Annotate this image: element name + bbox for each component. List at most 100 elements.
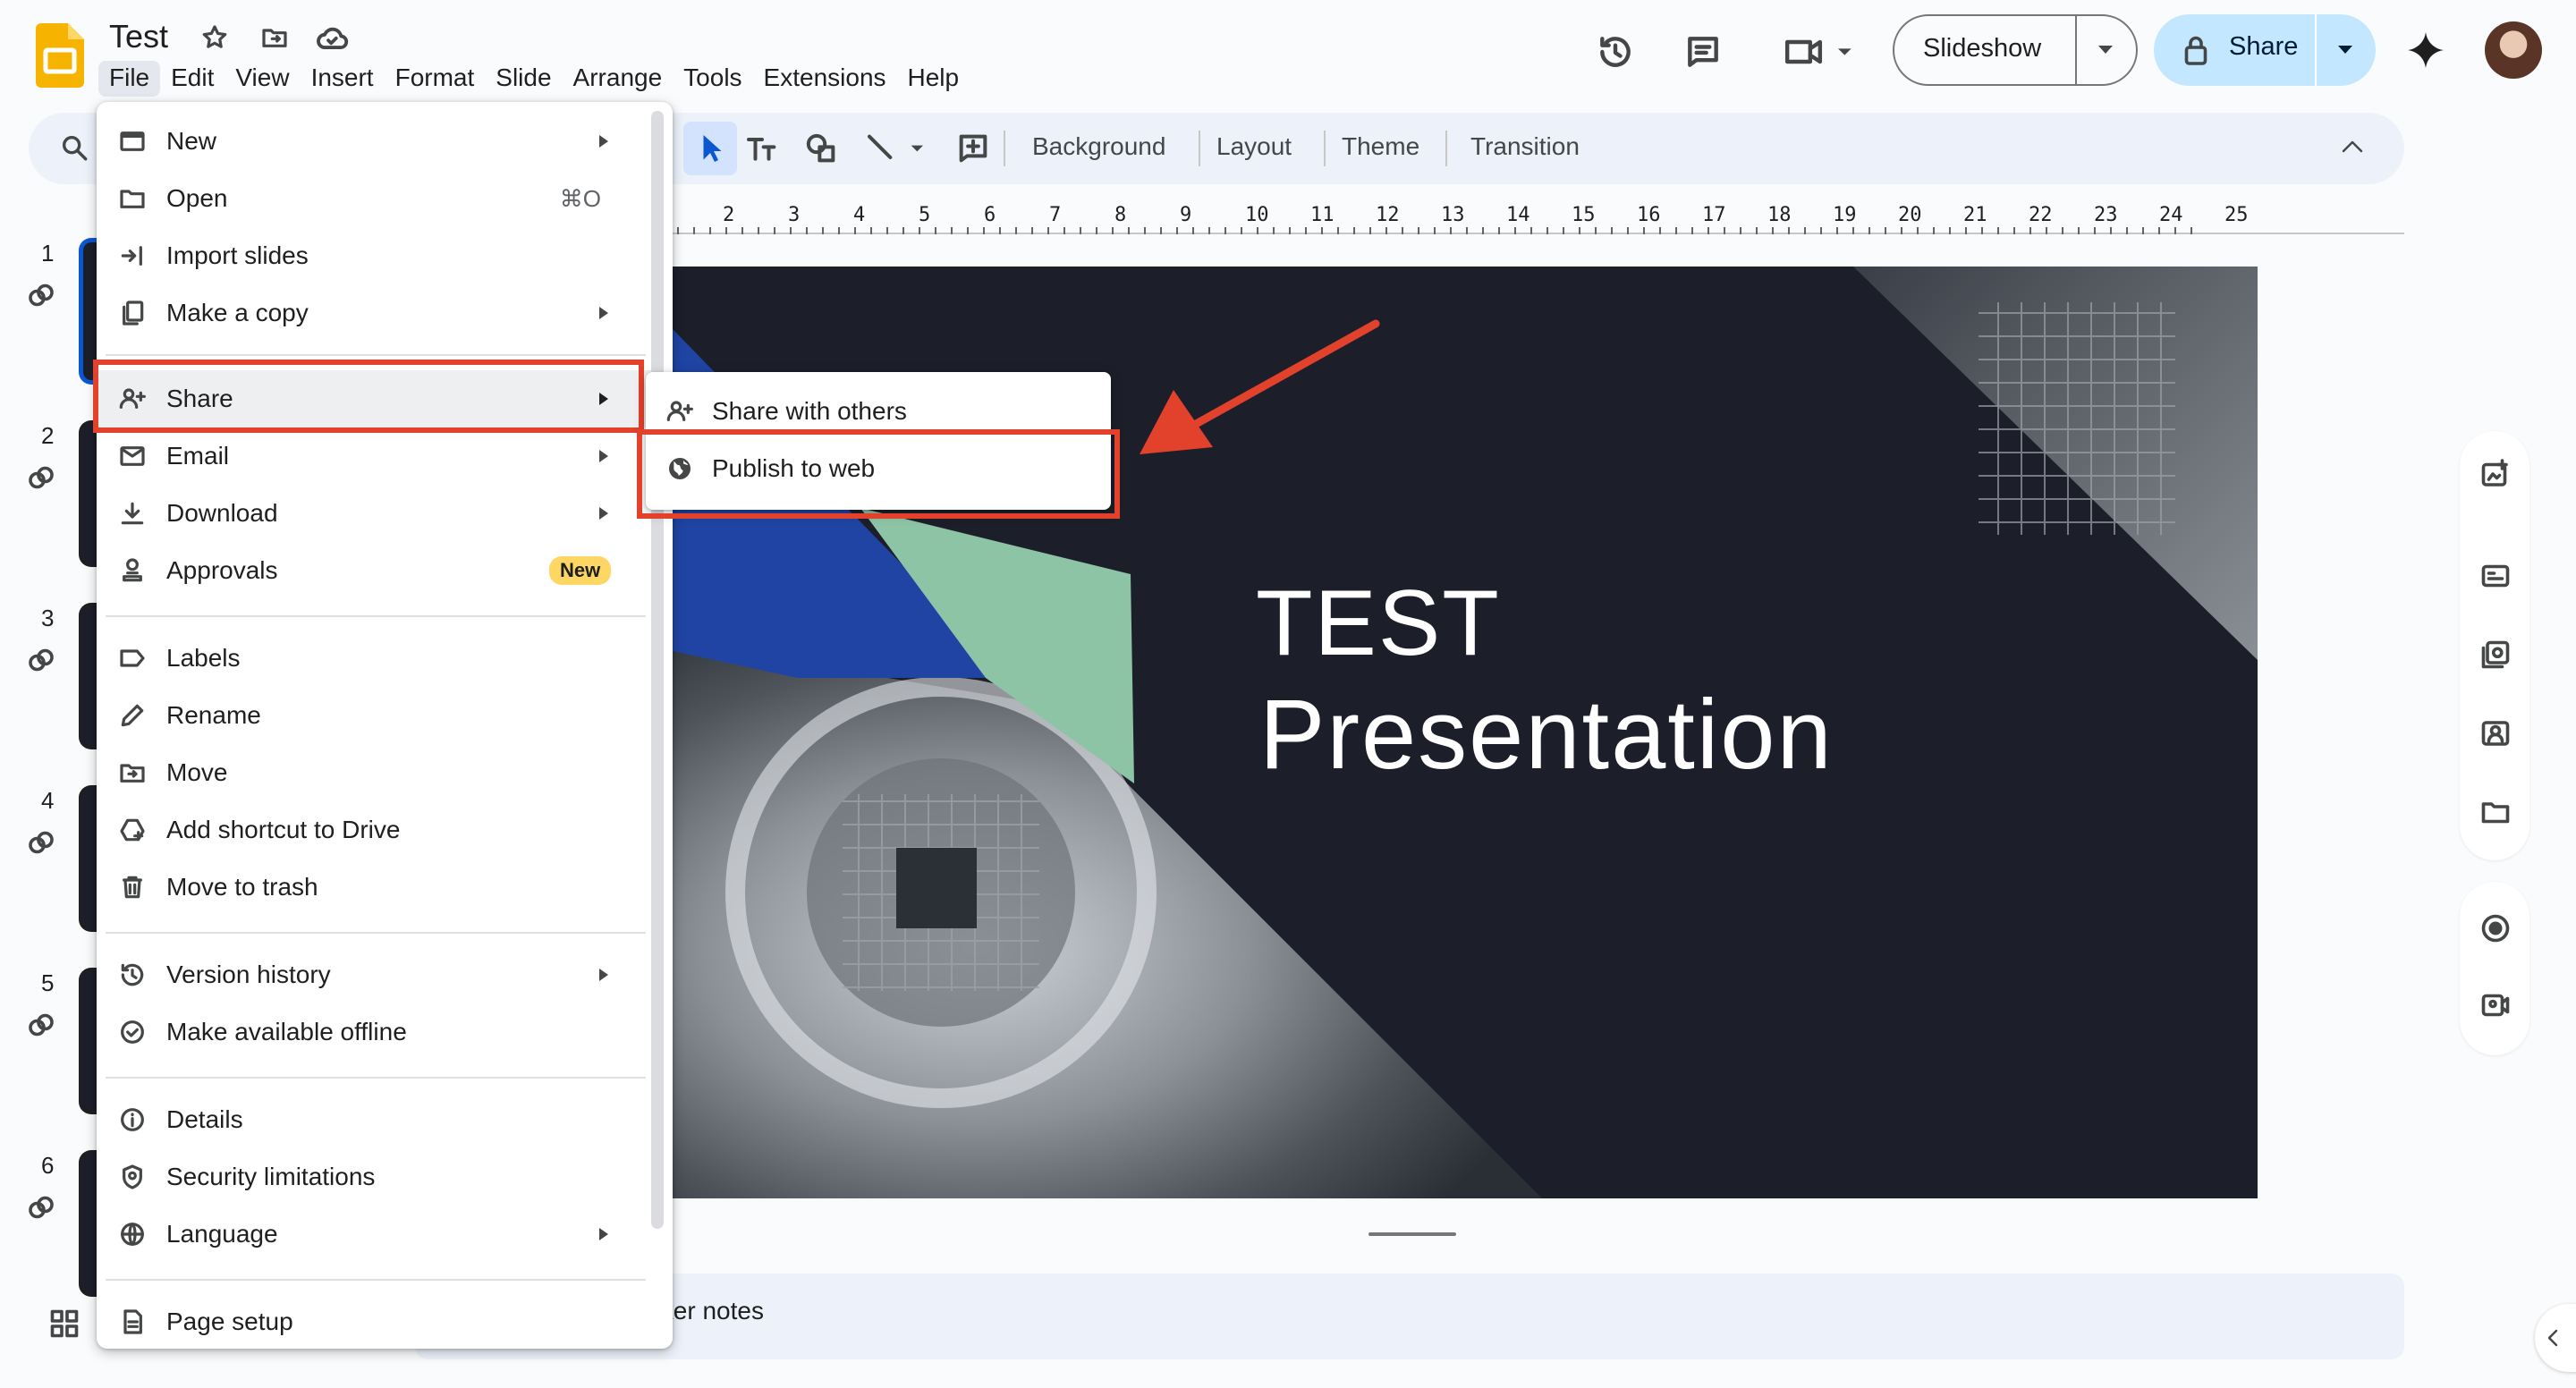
- gemini-icon[interactable]: [2406, 30, 2445, 70]
- download-icon: [118, 499, 147, 528]
- slide-thumbnail[interactable]: [79, 420, 97, 567]
- menu-item-page-setup[interactable]: Page setup: [97, 1293, 651, 1350]
- slideshow-label: Slideshow: [1923, 34, 2042, 63]
- chevron-down-icon[interactable]: [2097, 45, 2114, 55]
- ruler-label: 19: [1833, 204, 1857, 226]
- menu-extensions[interactable]: Extensions: [753, 61, 897, 97]
- slideshow-button[interactable]: Slideshow: [1893, 14, 2138, 86]
- add-to-slide-icon[interactable]: [2479, 458, 2512, 490]
- menu-item-version-history[interactable]: Version history: [97, 946, 651, 1003]
- background-button[interactable]: Background: [1032, 132, 1165, 161]
- lock-icon: [2182, 34, 2209, 66]
- chevron-down-icon[interactable]: [2336, 45, 2354, 55]
- side-panel-lower: [2460, 882, 2529, 1055]
- menu-item-make-copy[interactable]: Make a copy: [97, 284, 651, 342]
- menu-divider: [106, 1077, 646, 1079]
- camera-recording-icon[interactable]: [2479, 989, 2512, 1021]
- collapse-toolbar-icon[interactable]: [2340, 138, 2365, 156]
- menu-item-security-limitations[interactable]: Security limitations: [97, 1148, 651, 1206]
- slide-thumbnail[interactable]: [79, 785, 97, 932]
- menu-edit[interactable]: Edit: [160, 61, 225, 97]
- ruler-label: 6: [984, 204, 996, 226]
- menu-item-approvals[interactable]: Approvals New: [97, 542, 651, 599]
- text-box-icon[interactable]: [744, 131, 780, 166]
- linked-slide-icon: [25, 279, 57, 311]
- move-folder-icon: [118, 758, 147, 787]
- menu-item-label: Details: [166, 1105, 243, 1133]
- menu-file[interactable]: File: [98, 61, 161, 97]
- ruler-label: 7: [1049, 204, 1062, 226]
- menu-item-import-slides[interactable]: Import slides: [97, 227, 651, 284]
- menu-item-details[interactable]: Details: [97, 1091, 651, 1148]
- move-to-folder-icon[interactable]: [259, 23, 290, 52]
- star-icon[interactable]: [200, 23, 229, 52]
- share-label: Share: [2229, 32, 2299, 61]
- cloud-status-icon[interactable]: [315, 23, 349, 52]
- menu-format[interactable]: Format: [385, 61, 486, 97]
- slide-thumbnail[interactable]: [79, 603, 97, 749]
- slide-title-line-1: TEST: [1256, 571, 1501, 675]
- record-icon[interactable]: [2479, 912, 2512, 944]
- menu-item-label: Import slides: [166, 241, 309, 269]
- horizontal-ruler: 2 3 4 5 6 7 8 9 10 11 12 13 14 15 16 17 …: [673, 191, 2404, 234]
- slide-number: 3: [41, 605, 55, 631]
- menu-item-language[interactable]: Language: [97, 1206, 651, 1263]
- comments-icon[interactable]: [1683, 32, 1723, 72]
- menu-arrange[interactable]: Arrange: [563, 61, 674, 97]
- linked-slide-icon: [25, 644, 57, 676]
- document-title[interactable]: Test: [109, 18, 168, 55]
- menu-help[interactable]: Help: [897, 61, 970, 97]
- linked-slide-icon: [25, 1009, 57, 1041]
- menu-item-move[interactable]: Move: [97, 744, 651, 801]
- ruler-label: 11: [1310, 204, 1335, 226]
- menu-view[interactable]: View: [225, 61, 300, 97]
- menu-item-rename[interactable]: Rename: [97, 687, 651, 744]
- menu-item-new[interactable]: New: [97, 113, 651, 170]
- avatar[interactable]: [2485, 21, 2542, 79]
- menu-item-add-shortcut[interactable]: Add shortcut to Drive: [97, 801, 651, 859]
- ruler-label: 9: [1180, 204, 1192, 226]
- tasks-icon[interactable]: [2479, 639, 2512, 671]
- slides-logo[interactable]: [36, 23, 84, 88]
- line-icon[interactable]: [862, 131, 930, 166]
- ruler-label: 25: [2224, 204, 2249, 226]
- submenu-arrow-icon: [599, 1228, 608, 1240]
- ruler-label: 21: [1963, 204, 1987, 226]
- drive-folder-icon[interactable]: [2479, 796, 2512, 828]
- ruler-label: 2: [723, 204, 735, 226]
- meet-icon[interactable]: [1780, 32, 1857, 72]
- slide-number: 1: [41, 240, 55, 267]
- menu-item-labels[interactable]: Labels: [97, 630, 651, 687]
- layout-button[interactable]: Layout: [1216, 132, 1292, 161]
- menu-item-email[interactable]: Email: [97, 427, 651, 485]
- menu-slide[interactable]: Slide: [485, 61, 562, 97]
- select-tool-icon[interactable]: [683, 122, 737, 175]
- grid-view-icon[interactable]: [48, 1308, 80, 1340]
- speaker-notes-panel[interactable]: Click to add speaker notes: [415, 1274, 2404, 1359]
- add-comment-icon[interactable]: [955, 131, 991, 166]
- keep-icon[interactable]: [2479, 560, 2512, 592]
- menu-scrollbar[interactable]: [651, 111, 664, 1229]
- menu-item-make-offline[interactable]: Make available offline: [97, 1003, 651, 1061]
- contacts-icon[interactable]: [2479, 717, 2512, 749]
- notes-resize-handle[interactable]: [1368, 1232, 1456, 1236]
- new-slide-icon: [118, 127, 147, 156]
- version-history-icon[interactable]: [1596, 32, 1635, 72]
- menu-item-label: Language: [166, 1220, 278, 1248]
- menu-item-label: Download: [166, 499, 278, 527]
- menu-insert[interactable]: Insert: [301, 61, 385, 97]
- menu-item-download[interactable]: Download: [97, 485, 651, 542]
- menu-item-open[interactable]: Open ⌘O: [97, 170, 651, 227]
- menu-bar: File Edit View Insert Format Slide Arran…: [98, 61, 970, 97]
- transition-button[interactable]: Transition: [1470, 132, 1580, 161]
- shape-icon[interactable]: [803, 131, 839, 166]
- slide-thumbnail[interactable]: [79, 1150, 97, 1297]
- share-button[interactable]: Share: [2154, 14, 2376, 86]
- ruler-label: 24: [2159, 204, 2183, 226]
- menu-item-move-to-trash[interactable]: Move to trash: [97, 859, 651, 916]
- expand-side-panel-icon[interactable]: [2535, 1304, 2576, 1372]
- slide-thumbnail[interactable]: [79, 968, 97, 1114]
- theme-button[interactable]: Theme: [1342, 132, 1419, 161]
- search-menus-icon[interactable]: [59, 132, 89, 163]
- menu-tools[interactable]: Tools: [673, 61, 752, 97]
